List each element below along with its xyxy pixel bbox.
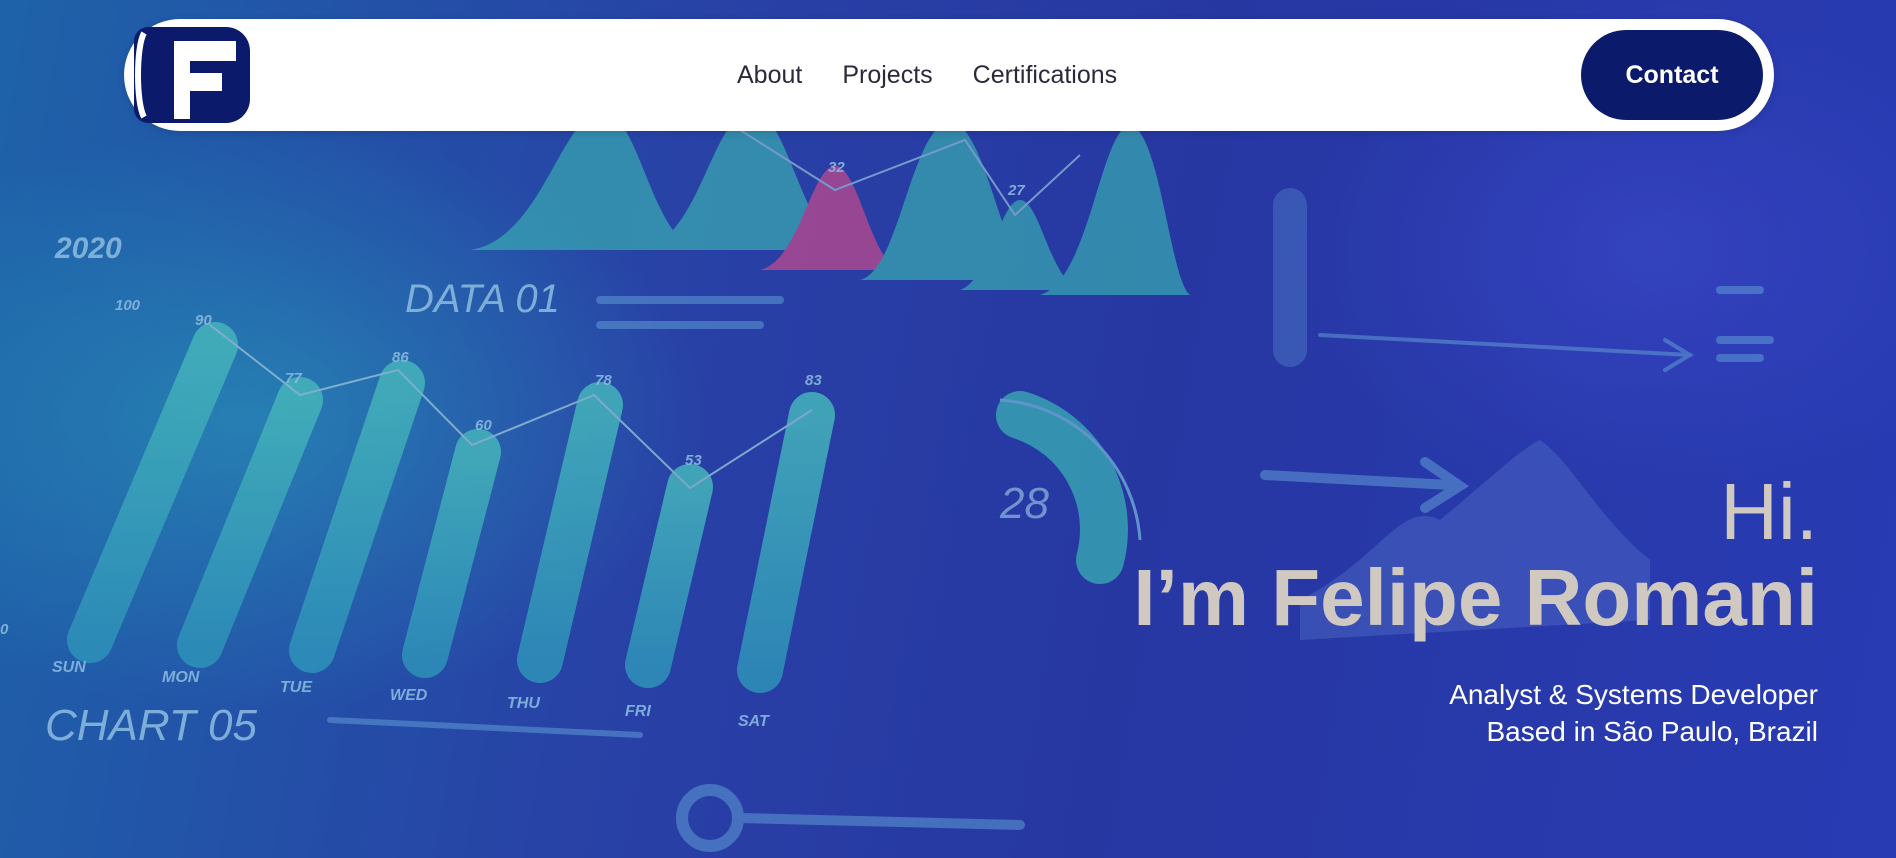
nav-link-certifications[interactable]: Certifications [973, 61, 1118, 90]
top-navbar: About Projects Certifications Contact [124, 19, 1774, 131]
hero-name: I’m Felipe Romani [1133, 553, 1818, 642]
hero-location: Based in São Paulo, Brazil [1486, 716, 1818, 747]
brand-logo[interactable] [134, 27, 252, 123]
contact-button[interactable]: Contact [1581, 30, 1763, 120]
hero-role: Analyst & Systems Developer [1449, 679, 1818, 710]
nav-link-projects[interactable]: Projects [842, 61, 932, 90]
nav-link-about[interactable]: About [737, 61, 802, 90]
hero-greeting: Hi. [1720, 467, 1818, 556]
hero-intro: Hi. I’m Felipe Romani Analyst & Systems … [1133, 470, 1818, 750]
nav-links: About Projects Certifications [737, 19, 1117, 131]
hero-section: 2020 DATA 01 CHART 05 28 100 0 90 77 86 … [0, 0, 1896, 858]
hero-subtitle: Analyst & Systems Developer Based in São… [1133, 676, 1818, 750]
